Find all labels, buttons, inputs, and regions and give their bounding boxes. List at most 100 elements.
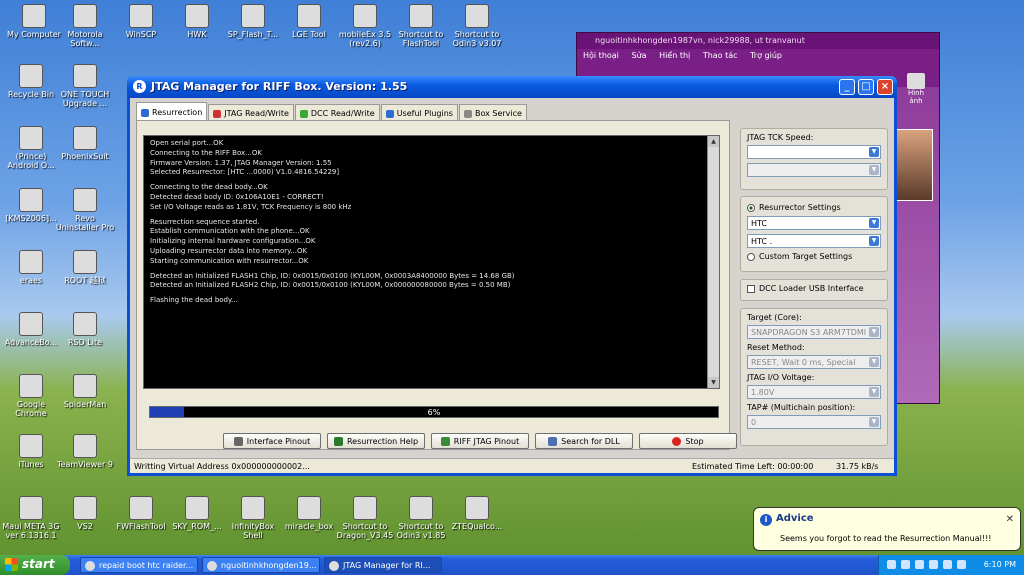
tray-icon[interactable] xyxy=(901,560,910,569)
dcc-loader-checkbox[interactable]: DCC Loader USB Interface xyxy=(747,284,881,293)
log-line: Uploading resurrector data into memory..… xyxy=(150,246,308,255)
desktop-icon[interactable]: SKY_ROM_... xyxy=(166,496,228,531)
check-icon xyxy=(440,436,450,446)
desktop-icon[interactable]: iTunes xyxy=(0,434,62,469)
close-icon[interactable]: ✕ xyxy=(1006,514,1014,525)
tray-icon[interactable] xyxy=(929,560,938,569)
desktop-icon-label: Shortcut to FlashTool xyxy=(398,30,444,48)
tab-dcc-read-write[interactable]: DCC Read/Write xyxy=(294,104,380,120)
tab-resurrection[interactable]: Resurrection xyxy=(136,102,208,120)
desktop-icon[interactable]: Revo Uninstaller Pro xyxy=(54,188,116,232)
desktop-icon[interactable]: TeamViewer 9 xyxy=(54,434,116,469)
voltage-select[interactable]: 1.80V ▼ xyxy=(747,385,881,399)
desktop-icon[interactable]: ONE TOUCH Upgrade ... xyxy=(54,64,116,108)
desktop-icon[interactable]: WinSCP xyxy=(110,4,172,39)
tab-jtag-read-write[interactable]: JTAG Read/Write xyxy=(208,104,294,120)
desktop-icon[interactable]: Recycle Bin xyxy=(0,64,62,99)
tray-icon[interactable] xyxy=(957,560,966,569)
desktop-icon[interactable]: Shortcut to Odin3 v1.85 xyxy=(390,496,452,540)
tck-speed-label: JTAG TCK Speed: xyxy=(747,133,814,142)
shortcut-icon xyxy=(297,496,321,520)
scroll-up-icon[interactable]: ▲ xyxy=(708,136,719,147)
tab-useful-plugins[interactable]: Useful Plugins xyxy=(380,104,458,120)
system-tray: 6:10 PM xyxy=(878,555,1024,575)
advice-balloon[interactable]: i Advice ✕ Seems you forgot to read the … xyxy=(753,507,1021,551)
chat-menu-item[interactable]: Thao tác xyxy=(703,51,738,60)
reset-select[interactable]: RESET, Wait 0 ms, Special ▼ xyxy=(747,355,881,369)
search-for-dll-button[interactable]: Search for DLL xyxy=(535,433,633,449)
log-line: Resurrection sequence started. xyxy=(150,217,260,226)
desktop-icon[interactable]: InfinityBox Shell xyxy=(222,496,284,540)
taskbar-item[interactable]: repaid boot htc raider... xyxy=(80,557,198,573)
stop-icon xyxy=(672,436,682,446)
shortcut-icon xyxy=(19,250,43,274)
minimize-button[interactable]: _ xyxy=(839,79,855,95)
chat-menu-item[interactable]: Hiển thị xyxy=(659,51,690,60)
tck-speed-select-2[interactable]: ▼ xyxy=(747,163,881,177)
desktop-icon[interactable]: HWK xyxy=(166,4,228,39)
desktop-icon[interactable]: Motorola Softw... xyxy=(54,4,116,48)
desktop-icon[interactable]: Maui META 3G ver 6.1316.1 xyxy=(0,496,62,540)
console-scrollbar[interactable]: ▲ ▼ xyxy=(707,136,719,388)
desktop-icon[interactable]: ROOT 越狱 xyxy=(54,250,116,285)
tab-box-service[interactable]: Box Service xyxy=(458,104,527,120)
shortcut-icon xyxy=(73,250,97,274)
resurrection-help-button[interactable]: Resurrection Help xyxy=(327,433,425,449)
desktop-icon[interactable]: Google Chrome xyxy=(0,374,62,418)
tray-icon[interactable] xyxy=(943,560,952,569)
desktop-icon[interactable]: FWFlashTool xyxy=(110,496,172,531)
start-button[interactable]: start xyxy=(0,555,70,575)
desktop-icon[interactable]: Shortcut to FlashTool xyxy=(390,4,452,48)
desktop-icon[interactable]: ZTEQualco... xyxy=(446,496,508,531)
desktop-icon[interactable]: SP_Flash_T... xyxy=(222,4,284,39)
custom-target-radio[interactable]: Custom Target Settings xyxy=(747,252,881,261)
tray-icon[interactable] xyxy=(915,560,924,569)
riff-jtag-pinout-button[interactable]: RIFF JTAG Pinout xyxy=(431,433,529,449)
close-button[interactable]: × xyxy=(877,79,893,95)
maximize-button[interactable]: □ xyxy=(858,79,874,95)
tck-speed-select[interactable]: ▼ xyxy=(747,145,881,159)
select-value: 1.80V xyxy=(751,388,775,397)
chat-menu-item[interactable]: Trợ giúp xyxy=(750,51,782,60)
desktop-icon[interactable]: (Prince) Android O... xyxy=(0,126,62,170)
button-label: Resurrection Help xyxy=(346,436,419,446)
desktop-icon[interactable]: miracle_box xyxy=(278,496,340,531)
chat-menu-item[interactable]: Sửa xyxy=(631,51,646,60)
taskbar-item[interactable]: nguoitinhkhongden19... xyxy=(202,557,320,573)
desktop-icon[interactable]: PhoenixSuit xyxy=(54,126,116,161)
target-select[interactable]: SNAPDRAGON S3 ARM7TDMI ▼ xyxy=(747,325,881,339)
log-console[interactable]: Open serial port...OK Connecting to the R… xyxy=(143,135,720,389)
chat-image-button[interactable]: Hình ảnh xyxy=(901,73,931,105)
desktop-icon[interactable]: RSD Lite xyxy=(54,312,116,347)
interface-pinout-button[interactable]: Interface Pinout xyxy=(223,433,321,449)
desktop-icon-label: (Prince) Android O... xyxy=(7,152,55,170)
shortcut-icon xyxy=(19,496,43,520)
tray-icon[interactable] xyxy=(887,560,896,569)
desktop-icon[interactable]: Shortcut to Dragon_V3.45 xyxy=(334,496,396,540)
log-line: Firmware Version: 1.37, JTAG Manager Ver… xyxy=(150,158,332,167)
desktop-icon[interactable]: mobileEx 3.5 (rev2.6) xyxy=(334,4,396,48)
log-line: Flashing the dead body... xyxy=(150,296,238,305)
model-select-2[interactable]: HTC . ▼ xyxy=(747,234,881,248)
window-titlebar[interactable]: R JTAG Manager for RIFF Box. Version: 1.… xyxy=(127,76,897,98)
desktop-icon-label: ROOT 越狱 xyxy=(64,276,106,285)
desktop-icon[interactable]: VS2 xyxy=(54,496,116,531)
desktop-icon[interactable]: eraes xyxy=(0,250,62,285)
scroll-down-icon[interactable]: ▼ xyxy=(708,377,719,388)
desktop-icon-label: WinSCP xyxy=(125,30,157,39)
action-buttons: Interface Pinout Resurrection Help RIFF … xyxy=(223,433,737,449)
desktop-icon[interactable]: LGE Tool xyxy=(278,4,340,39)
shortcut-icon xyxy=(73,4,97,28)
taskbar-item[interactable]: JTAG Manager for RI... xyxy=(324,557,442,573)
desktop-icon[interactable]: AdvanceBo... xyxy=(0,312,62,347)
chat-menu-item[interactable]: Hội thoại xyxy=(583,51,619,60)
desktop-icon[interactable]: [KMS2006]... xyxy=(0,188,62,223)
info-icon: i xyxy=(760,514,772,526)
model-select-1[interactable]: HTC ▼ xyxy=(747,216,881,230)
desktop-icon[interactable]: SpiderMan xyxy=(54,374,116,409)
desktop-icon[interactable]: Shortcut to Odin3 v3.07 xyxy=(446,4,508,48)
stop-button[interactable]: Stop xyxy=(639,433,737,449)
resurrector-settings-radio[interactable]: Resurrector Settings xyxy=(747,203,881,212)
shortcut-icon xyxy=(73,374,97,398)
tap-select[interactable]: 0 ▼ xyxy=(747,415,881,429)
